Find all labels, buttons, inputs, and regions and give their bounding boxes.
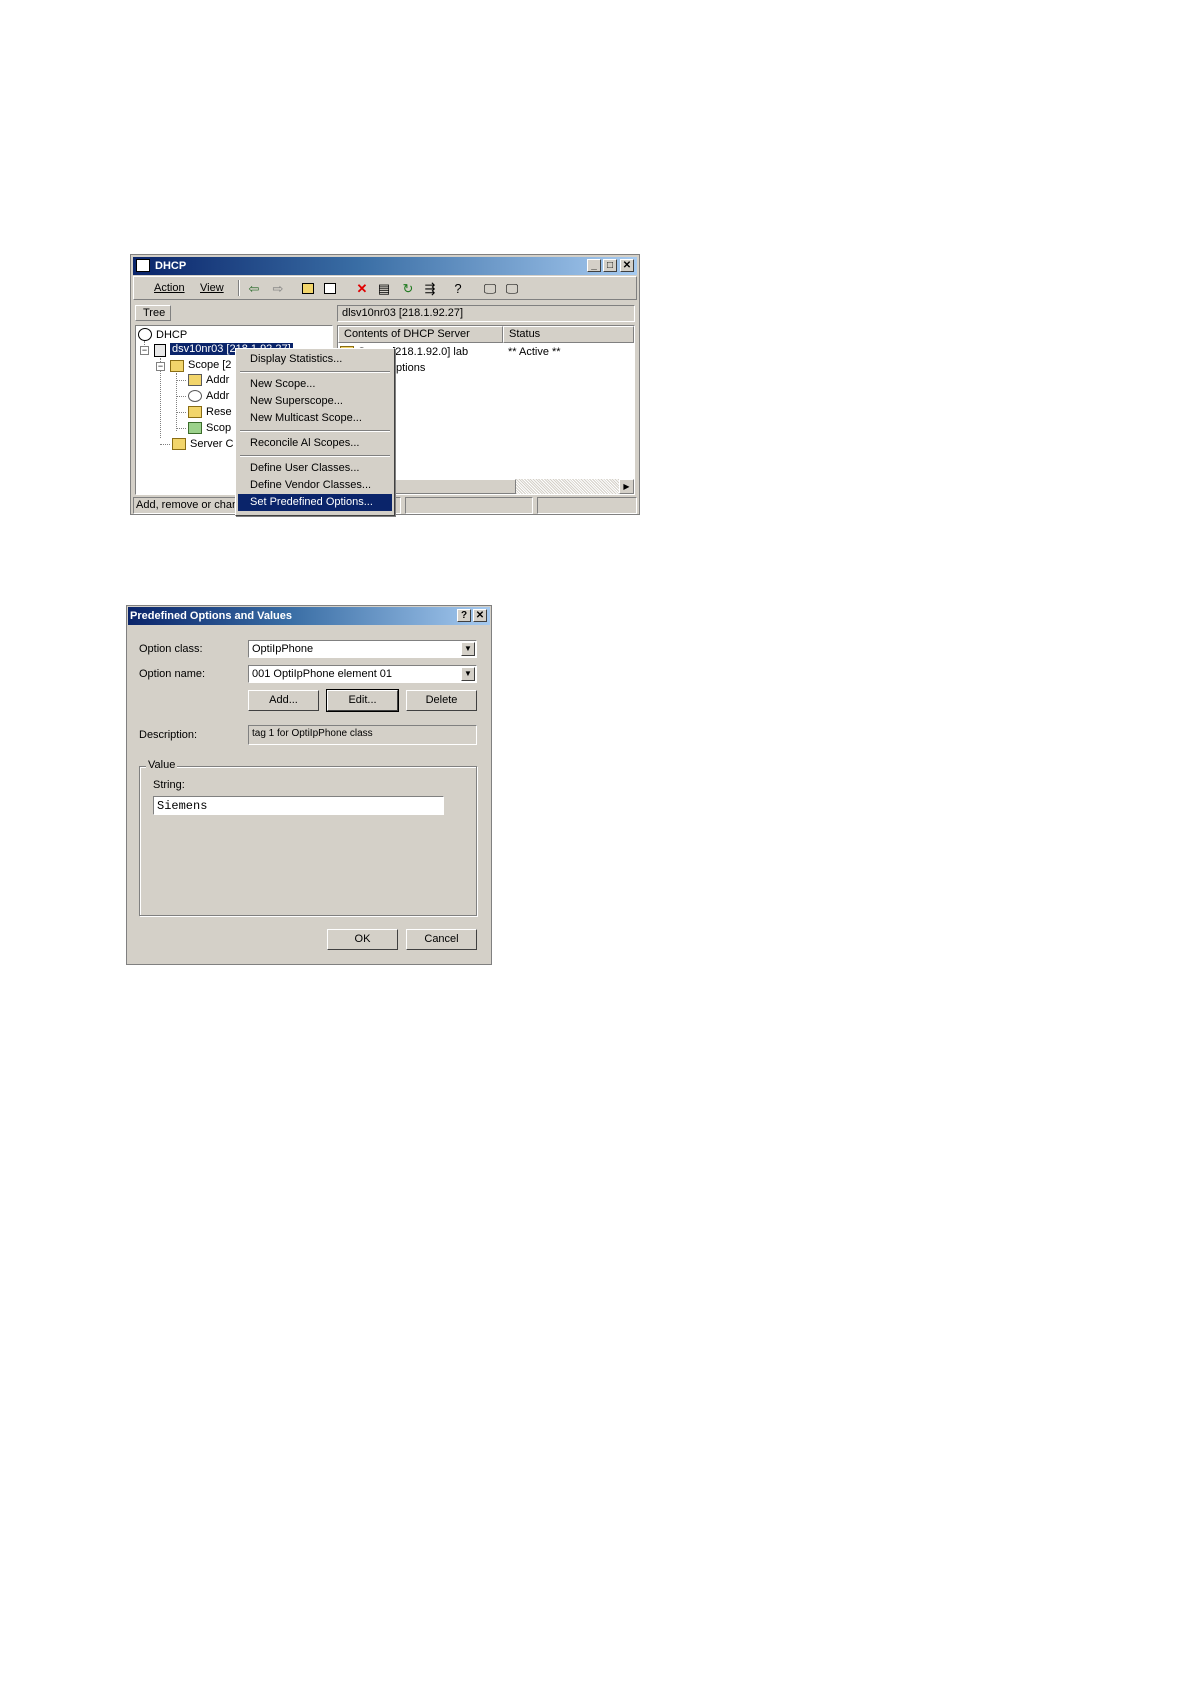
tree-tab[interactable]: Tree: [135, 305, 171, 321]
row-name: ptions: [396, 362, 426, 374]
tree-line: [176, 396, 186, 397]
refresh-icon[interactable]: ↻: [400, 281, 416, 297]
string-label: String:: [153, 779, 185, 791]
context-menu: Display Statistics... New Scope... New S…: [235, 348, 395, 516]
reservations-folder-icon: [188, 406, 202, 418]
maximize-button[interactable]: □: [603, 259, 617, 272]
predefined-options-dialog: Predefined Options and Values ? ✕ Option…: [126, 605, 492, 965]
help-icon[interactable]: ?: [450, 281, 466, 297]
option-class-select[interactable]: OptiIpPhone ▼: [248, 640, 477, 658]
toolbar-divider: [238, 280, 240, 296]
tree-child-3[interactable]: Rese: [206, 406, 232, 418]
dhcp-app-icon: [136, 259, 150, 272]
column-header-contents[interactable]: Contents of DHCP Server: [338, 326, 503, 343]
option-name-select[interactable]: 001 OptiIpPhone element 01 ▼: [248, 665, 477, 683]
forward-arrow-icon[interactable]: ⇨: [270, 281, 286, 297]
option-name-value: 001 OptiIpPhone element 01: [252, 668, 393, 680]
right-pane-title: dlsv10nr03 [218.1.92.27]: [342, 307, 464, 319]
computer-icon[interactable]: 🖵: [482, 281, 498, 297]
description-label: Description:: [139, 729, 198, 741]
show-hide-tree-icon[interactable]: [322, 281, 338, 297]
menu-item-reconcile-scopes[interactable]: Reconcile Al Scopes...: [250, 437, 359, 449]
minimize-button[interactable]: _: [587, 259, 601, 272]
menu-item-label: Set Predefined Options...: [250, 496, 373, 508]
menu-separator: [240, 371, 390, 373]
delete-icon[interactable]: ✕: [354, 281, 370, 297]
scope-folder-icon: [170, 360, 184, 372]
option-class-value: OptiIpPhone: [252, 643, 314, 655]
tree-line: [176, 412, 186, 413]
properties-icon[interactable]: ▤: [376, 281, 392, 297]
scroll-right-button[interactable]: ▶: [619, 479, 634, 494]
dhcp-root-icon: [138, 328, 152, 341]
menu-action[interactable]: Action: [154, 282, 185, 294]
dialog-title: Predefined Options and Values: [130, 610, 292, 622]
menu-separator: [240, 455, 390, 457]
tree-scope[interactable]: Scope [2: [188, 359, 231, 371]
menu-separator: [240, 430, 390, 432]
dialog-titlebar[interactable]: Predefined Options and Values ? ✕: [128, 607, 490, 625]
menu-item-new-scope[interactable]: New Scope...: [250, 378, 315, 390]
tree-line: [176, 428, 186, 429]
edit-button[interactable]: Edit...: [326, 689, 399, 712]
column-header-status[interactable]: Status: [503, 326, 634, 343]
menu-item-define-vendor-classes[interactable]: Define Vendor Classes...: [250, 479, 371, 491]
dhcp-toolbar: Action View ⇦ ⇨ ✕ ▤ ↻ ⇶ ? 🖵 🖵: [133, 276, 637, 300]
cancel-button[interactable]: Cancel: [406, 929, 477, 950]
delete-button[interactable]: Delete: [406, 690, 477, 711]
option-class-label: Option class:: [139, 643, 203, 655]
string-input[interactable]: [153, 796, 444, 815]
option-name-label: Option name:: [139, 668, 206, 680]
tree-line: [176, 373, 177, 431]
menu-item-set-predefined-options[interactable]: Set Predefined Options...: [238, 494, 392, 511]
status-text: Add, remove or chan: [136, 499, 239, 511]
tree-child-2[interactable]: Addr: [206, 390, 229, 402]
chevron-down-icon[interactable]: ▼: [461, 667, 475, 681]
description-field: tag 1 for OptiIpPhone class: [248, 725, 477, 745]
menu-view[interactable]: View: [200, 282, 224, 294]
menu-item-define-user-classes[interactable]: Define User Classes...: [250, 462, 359, 474]
scope-options-icon: [188, 422, 202, 434]
value-group-label: Value: [146, 759, 178, 771]
description-value: tag 1 for OptiIpPhone class: [252, 728, 373, 739]
server-icon: [154, 344, 166, 357]
ok-button[interactable]: OK: [327, 929, 398, 950]
tree-child-4[interactable]: Scop: [206, 422, 231, 434]
server-options-folder-icon: [172, 438, 186, 450]
dhcp-window-title: DHCP: [155, 260, 187, 272]
menu-item-display-statistics[interactable]: Display Statistics...: [250, 353, 342, 365]
menu-item-new-superscope[interactable]: New Superscope...: [250, 395, 343, 407]
dhcp-titlebar[interactable]: DHCP _ □ ✕: [133, 257, 637, 275]
dialog-close-button[interactable]: ✕: [473, 609, 487, 622]
collapse-scope-icon[interactable]: −: [156, 362, 165, 371]
value-group: Value String:: [139, 759, 477, 916]
export-list-icon[interactable]: ⇶: [422, 281, 438, 297]
column-contents-label: Contents of DHCP Server: [344, 328, 470, 340]
tree-line: [176, 380, 186, 381]
menu-item-new-multicast-scope[interactable]: New Multicast Scope...: [250, 412, 362, 424]
row-status: ** Active **: [508, 346, 561, 358]
back-arrow-icon[interactable]: ⇦: [246, 281, 262, 297]
tree-tab-label: Tree: [143, 307, 166, 319]
add-button[interactable]: Add...: [248, 690, 319, 711]
dhcp-window: DHCP _ □ ✕ Action View ⇦ ⇨ ✕ ▤ ↻ ⇶ ? 🖵 🖵…: [130, 254, 640, 516]
tree-child-1[interactable]: Addr: [206, 374, 229, 386]
right-pane-header: dlsv10nr03 [218.1.92.27]: [337, 305, 635, 322]
chevron-down-icon[interactable]: ▼: [461, 642, 475, 656]
status-pane-2: [405, 497, 533, 514]
status-pane-3: [537, 497, 637, 514]
tree-line: [160, 444, 170, 445]
tree-server-options[interactable]: Server C: [190, 438, 233, 450]
up-folder-icon[interactable]: [300, 281, 316, 297]
close-button[interactable]: ✕: [620, 259, 634, 272]
computer-network-icon[interactable]: 🖵: [504, 281, 520, 297]
collapse-server-icon[interactable]: −: [140, 346, 149, 355]
address-leases-icon: [188, 390, 202, 402]
tree-root[interactable]: DHCP: [156, 329, 187, 341]
column-status-label: Status: [509, 328, 541, 340]
help-button[interactable]: ?: [457, 609, 471, 622]
address-pool-icon: [188, 374, 202, 386]
